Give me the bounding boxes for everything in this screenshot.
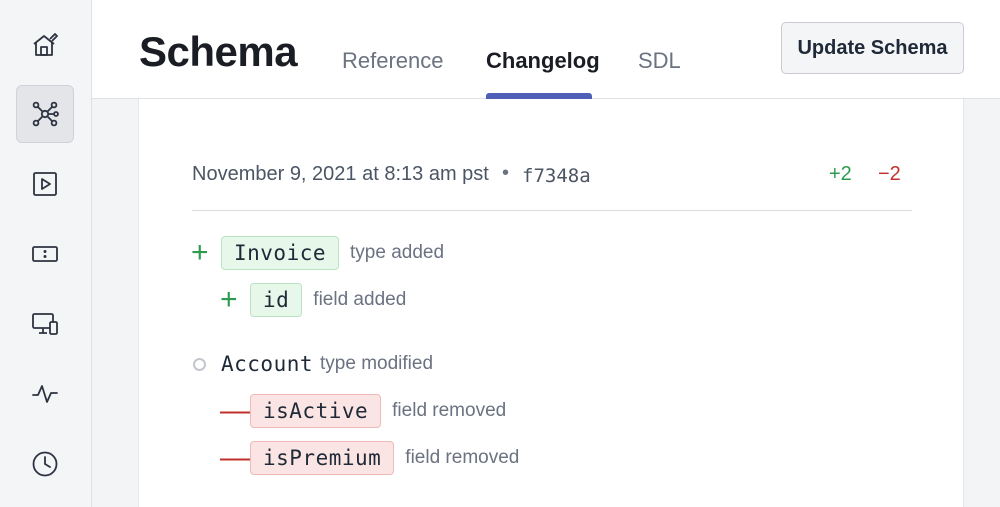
nav-explorer-button[interactable] [16, 155, 74, 213]
nav-schema-button[interactable] [16, 85, 74, 143]
change-name-chip[interactable]: id [250, 283, 303, 317]
devices-icon [32, 313, 58, 335]
added-icon: + [220, 283, 238, 316]
change-name[interactable]: Account [221, 352, 313, 376]
update-schema-button[interactable]: Update Schema [781, 22, 964, 74]
home-icon [33, 33, 58, 56]
tab-sdl[interactable]: SDL [638, 48, 681, 74]
clock-icon [32, 451, 58, 477]
change-row: — isActive field removed [220, 394, 506, 428]
removed-icon: — [220, 394, 250, 427]
tab-reference[interactable]: Reference [342, 48, 444, 74]
added-icon: + [191, 236, 209, 269]
change-name-chip[interactable]: Invoice [221, 236, 340, 270]
tab-changelog[interactable]: Changelog [486, 48, 600, 74]
nav-checks-button[interactable] [16, 225, 74, 283]
removed-count: −2 [878, 163, 901, 185]
card-icon [32, 246, 58, 262]
nav-history-button[interactable] [16, 435, 74, 493]
play-icon [33, 172, 57, 196]
modified-icon [193, 357, 206, 371]
change-description: field removed [392, 400, 507, 421]
change-row: + Invoice type added [191, 236, 444, 270]
change-description: field removed [405, 447, 520, 468]
entry-separator: • [502, 162, 510, 184]
change-name-chip[interactable]: isPremium [250, 441, 395, 475]
page-title: Schema [139, 28, 298, 75]
change-description: type modified [320, 353, 434, 374]
change-description: field added [313, 289, 407, 310]
sidebar [0, 0, 92, 507]
nav-operations-button[interactable] [16, 365, 74, 423]
removed-icon: — [220, 441, 250, 474]
nav-home-button[interactable] [16, 16, 74, 74]
commit-hash[interactable]: f7348a [522, 165, 591, 187]
change-row: — isPremium field removed [220, 441, 519, 475]
divider [192, 210, 912, 211]
changelog-card: November 9, 2021 at 8:13 am pst • f7348a… [138, 99, 964, 507]
change-row: + id field added [220, 283, 406, 317]
change-description: type added [350, 242, 445, 263]
added-count: +2 [829, 163, 852, 185]
page-header: Schema Reference Changelog SDL Update Sc… [92, 0, 1000, 99]
schema-graph-icon [32, 101, 59, 127]
change-row: Account type modified [193, 352, 433, 376]
entry-date: November 9, 2021 at 8:13 am pst [192, 163, 489, 185]
nav-clients-button[interactable] [16, 295, 74, 353]
change-name-chip[interactable]: isActive [250, 394, 382, 428]
activity-icon [32, 385, 58, 403]
